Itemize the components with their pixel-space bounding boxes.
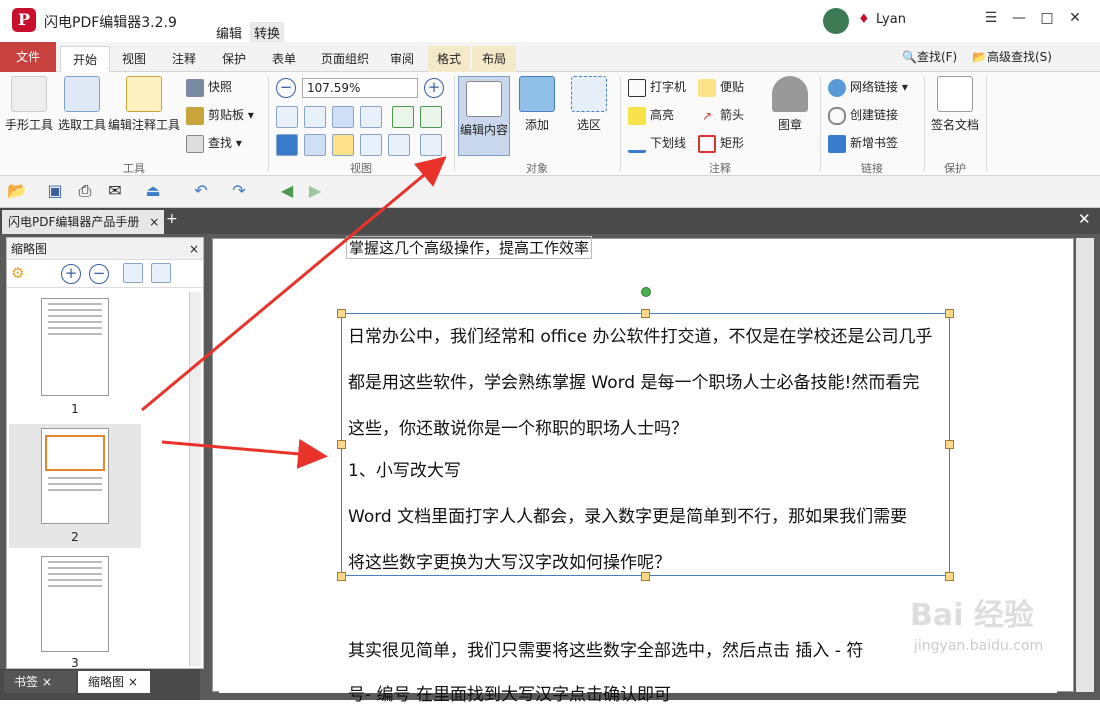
annotation-arrows <box>141 156 447 469</box>
arrow-to-text-block <box>161 438 328 469</box>
arrow-to-edit-content <box>141 156 447 412</box>
